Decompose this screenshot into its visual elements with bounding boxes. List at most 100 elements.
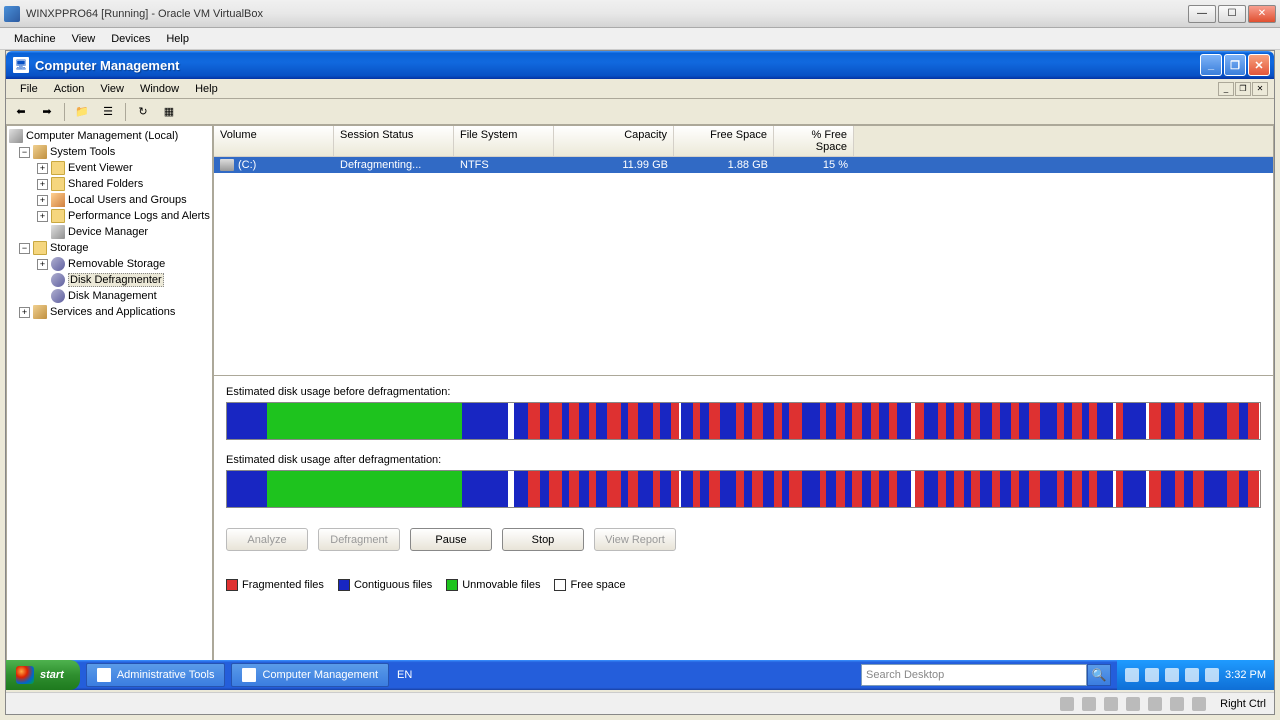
vbox-shared-icon[interactable] [1148, 697, 1162, 711]
menu-view[interactable]: View [92, 81, 132, 97]
vbox-menu-help[interactable]: Help [158, 31, 197, 47]
xp-maximize-button[interactable]: ❐ [1224, 54, 1246, 76]
language-indicator[interactable]: EN [389, 669, 420, 681]
vbox-net-icon[interactable] [1104, 697, 1118, 711]
computer-mgmt-icon: 🖥 [13, 57, 29, 73]
col-pct-free[interactable]: % Free Space [774, 126, 854, 156]
tree-local-users[interactable]: +Local Users and Groups [9, 192, 210, 208]
drive-icon [220, 159, 234, 171]
tree-device-mgr[interactable]: Device Manager [9, 224, 210, 240]
vbox-display-icon[interactable] [1170, 697, 1184, 711]
tree-perf-logs[interactable]: +Performance Logs and Alerts [9, 208, 210, 224]
tree-removable[interactable]: +Removable Storage [9, 256, 210, 272]
col-filesystem[interactable]: File System [454, 126, 554, 156]
defrag-bar-before [226, 402, 1261, 440]
admin-tools-icon [97, 668, 111, 682]
toolbar-back-button[interactable]: ⬅ [10, 101, 32, 123]
vbox-menu-view[interactable]: View [64, 31, 104, 47]
perf-logs-icon [51, 209, 65, 223]
collapse-icon[interactable]: − [19, 147, 30, 158]
after-label: Estimated disk usage after defragmentati… [226, 454, 1261, 466]
tree-event-viewer[interactable]: +Event Viewer [9, 160, 210, 176]
expand-icon[interactable]: + [37, 195, 48, 206]
taskbar-item-computer-mgmt[interactable]: Computer Management [231, 663, 389, 687]
xp-titlebar: 🖥 Computer Management _ ❐ ✕ [6, 51, 1274, 79]
contiguous-swatch [338, 579, 350, 591]
toolbar-up-icon[interactable]: 📁 [71, 101, 93, 123]
expand-icon[interactable]: + [19, 307, 30, 318]
menu-action[interactable]: Action [46, 81, 93, 97]
defrag-bar-after [226, 470, 1261, 508]
toolbar-properties-icon[interactable]: ☰ [97, 101, 119, 123]
users-icon [51, 193, 65, 207]
vbox-maximize-button[interactable]: ☐ [1218, 5, 1246, 23]
defrag-area: Estimated disk usage before defragmentat… [214, 376, 1273, 689]
vbox-title: WINXPPRO64 [Running] - Oracle VM Virtual… [26, 8, 1188, 20]
tree-storage[interactable]: −Storage [9, 240, 210, 256]
before-label: Estimated disk usage before defragmentat… [226, 386, 1261, 398]
fragmented-swatch [226, 579, 238, 591]
menu-window[interactable]: Window [132, 81, 187, 97]
mdi-close-button[interactable]: ✕ [1252, 82, 1268, 96]
vbox-menu-devices[interactable]: Devices [103, 31, 158, 47]
xp-minimize-button[interactable]: _ [1200, 54, 1222, 76]
start-button[interactable]: start [6, 660, 80, 690]
vbox-hdd-icon[interactable] [1060, 697, 1074, 711]
col-capacity[interactable]: Capacity [554, 126, 674, 156]
tray-icon[interactable] [1145, 668, 1159, 682]
tray-icon[interactable] [1165, 668, 1179, 682]
expand-icon[interactable]: + [37, 259, 48, 270]
expand-icon[interactable]: + [37, 179, 48, 190]
event-viewer-icon [51, 161, 65, 175]
vbox-menubar: Machine View Devices Help [0, 28, 1280, 50]
tree-services[interactable]: +Services and Applications [9, 304, 210, 320]
collapse-icon[interactable]: − [19, 243, 30, 254]
vbox-close-button[interactable]: ✕ [1248, 5, 1276, 23]
vbox-usb-icon[interactable] [1126, 697, 1140, 711]
expand-icon[interactable]: + [37, 211, 48, 222]
expand-icon[interactable]: + [37, 163, 48, 174]
menu-help[interactable]: Help [187, 81, 226, 97]
tray-clock[interactable]: 3:32 PM [1225, 669, 1266, 681]
xp-window-title: Computer Management [35, 58, 1200, 73]
tray-icon[interactable] [1125, 668, 1139, 682]
col-volume[interactable]: Volume [214, 126, 334, 156]
analyze-button: Analyze [226, 528, 308, 551]
taskbar-item-admin-tools[interactable]: Administrative Tools [86, 663, 226, 687]
pause-button[interactable]: Pause [410, 528, 492, 551]
toolbar-refresh-icon[interactable]: ↻ [132, 101, 154, 123]
toolbar-forward-button[interactable]: ➡ [36, 101, 58, 123]
tray-icon[interactable] [1185, 668, 1199, 682]
mdi-restore-button[interactable]: ❐ [1235, 82, 1251, 96]
col-freespace[interactable]: Free Space [674, 126, 774, 156]
toolbar-export-icon[interactable]: ▦ [158, 101, 180, 123]
tree-root[interactable]: Computer Management (Local) [9, 128, 210, 144]
tree-system-tools[interactable]: −System Tools [9, 144, 210, 160]
computer-icon [9, 129, 23, 143]
vbox-titlebar: WINXPPRO64 [Running] - Oracle VM Virtual… [0, 0, 1280, 28]
volume-row-c[interactable]: (C:) Defragmenting... NTFS 11.99 GB 1.88… [214, 157, 1273, 173]
tray-icon[interactable] [1205, 668, 1219, 682]
xp-close-button[interactable]: ✕ [1248, 54, 1270, 76]
view-report-button: View Report [594, 528, 676, 551]
storage-icon [33, 241, 47, 255]
unmovable-swatch [446, 579, 458, 591]
tree-defragmenter[interactable]: Disk Defragmenter [9, 272, 210, 288]
tree-disk-mgmt[interactable]: Disk Management [9, 288, 210, 304]
mdi-minimize-button[interactable]: _ [1218, 82, 1234, 96]
vbox-capture-icon[interactable] [1192, 697, 1206, 711]
stop-button[interactable]: Stop [502, 528, 584, 551]
col-status[interactable]: Session Status [334, 126, 454, 156]
vbox-minimize-button[interactable]: — [1188, 5, 1216, 23]
defragment-button: Defragment [318, 528, 400, 551]
menu-file[interactable]: File [12, 81, 46, 97]
shared-folders-icon [51, 177, 65, 191]
vbox-menu-machine[interactable]: Machine [6, 31, 64, 47]
xp-toolbar: ⬅ ➡ 📁 ☰ ↻ ▦ [6, 99, 1274, 125]
services-icon [33, 305, 47, 319]
tree-shared-folders[interactable]: +Shared Folders [9, 176, 210, 192]
search-button[interactable]: 🔍 [1087, 664, 1111, 686]
vbox-cd-icon[interactable] [1082, 697, 1096, 711]
disk-mgmt-icon [51, 289, 65, 303]
desktop-search-input[interactable]: Search Desktop [861, 664, 1087, 686]
